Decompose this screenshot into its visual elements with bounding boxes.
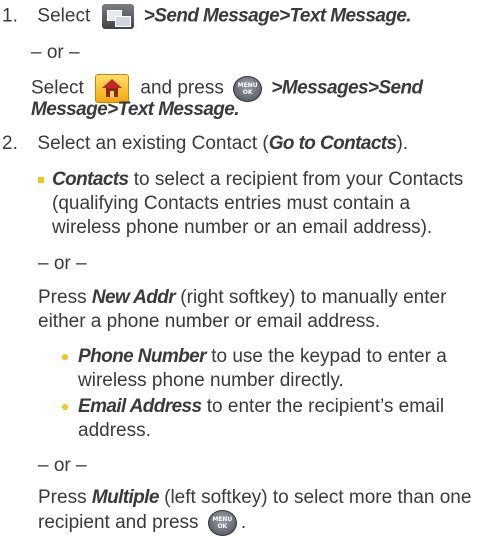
email-item: Email Address to enter the recipient’s e… xyxy=(78,396,445,417)
multiple-line: Press Multiple (left softkey) to select … xyxy=(38,487,472,508)
menu-path-cont: Message>Text Message. xyxy=(31,99,240,120)
or-separator: – or – xyxy=(38,455,87,476)
newaddr-line: Press New Addr (right softkey) to manual… xyxy=(38,287,447,308)
select-text: Select xyxy=(37,5,91,27)
last-line: recipient and press MENU OK. xyxy=(38,510,246,536)
dot-bullet-icon xyxy=(62,404,68,410)
or-separator: – or – xyxy=(31,42,80,63)
square-bullet-icon xyxy=(38,177,44,183)
phone-item: Phone Number to use the keypad to enter … xyxy=(78,346,447,367)
menu-ok-key-icon: MENU OK xyxy=(207,510,237,536)
step1-line1: 1. Select >Send Message>Text Message. xyxy=(2,4,412,29)
dot-bullet-icon xyxy=(62,354,68,360)
or-separator: – or – xyxy=(38,253,87,274)
menu-path: >Messages>Send xyxy=(271,77,423,99)
contacts-item: Contacts to select a recipient from your… xyxy=(52,169,464,190)
step2-line1: 2. Select an existing Contact (Go to Con… xyxy=(2,133,409,154)
step-number: 1. xyxy=(2,5,18,27)
step-number: 2. xyxy=(2,133,18,154)
menu-path: >Send Message>Text Message. xyxy=(143,5,412,27)
message-icon xyxy=(101,4,134,29)
